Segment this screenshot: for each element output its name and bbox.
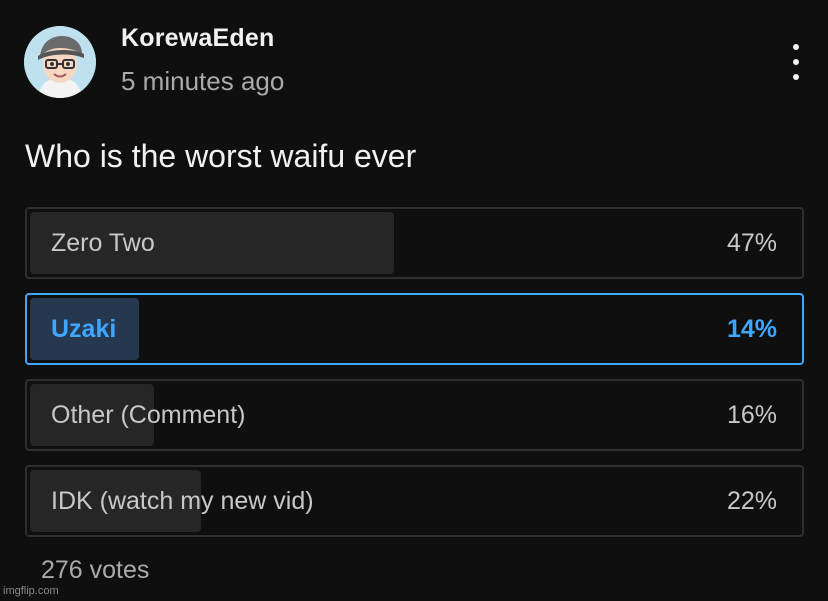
avatar[interactable] [24,26,96,98]
poll-option-percent: 14% [726,314,777,343]
poll-options: Zero Two 47% Uzaki 14% Other (Comment) 1… [25,207,804,551]
poll-option-label: Zero Two [51,228,155,257]
more-dot [793,44,799,50]
author-name[interactable]: KorewaEden [121,24,274,53]
post-timestamp: 5 minutes ago [121,66,285,96]
more-dot [793,74,799,80]
watermark: imgflip.com [3,585,59,597]
poll-option-other[interactable]: Other (Comment) 16% [25,379,804,451]
poll-option-label: Uzaki [51,314,117,343]
avatar-icon [24,26,96,98]
poll-option-percent: 16% [726,400,777,429]
poll-option-zero-two[interactable]: Zero Two 47% [25,207,804,279]
poll-option-label: Other (Comment) [51,400,246,429]
poll-option-percent: 47% [726,228,777,257]
poll-option-label: IDK (watch my new vid) [51,486,314,515]
poll-question: Who is the worst waifu ever [25,138,417,174]
poll-option-idk[interactable]: IDK (watch my new vid) 22% [25,465,804,537]
more-vertical-icon[interactable] [780,40,812,84]
more-dot [793,59,799,65]
poll-option-percent: 22% [726,486,777,515]
vote-count: 276 votes [41,556,150,584]
poll-option-uzaki[interactable]: Uzaki 14% [25,293,804,365]
